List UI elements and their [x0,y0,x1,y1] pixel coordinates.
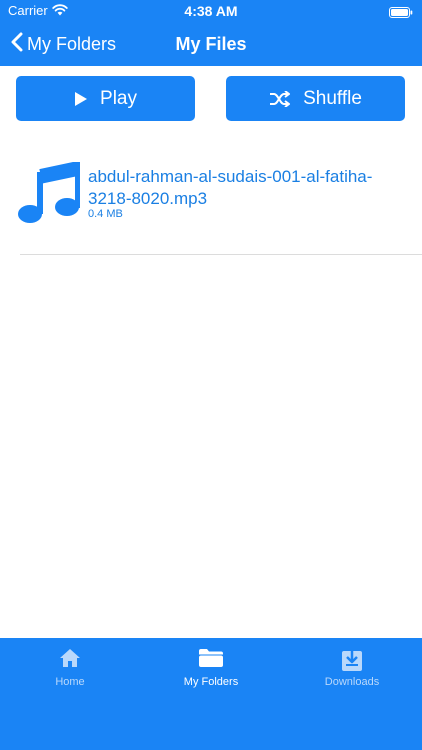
tab-my-folders-label: My Folders [183,676,239,688]
tab-home-label: Home [55,676,85,688]
navigation-bar: My Folders My Files [0,24,422,64]
status-time: 4:38 AM [184,3,238,19]
list-divider [20,254,422,255]
tab-my-folders[interactable]: My Folders [141,638,281,698]
back-button[interactable]: My Folders [11,32,116,57]
file-list-item[interactable]: abdul-rahman-al-sudais-001-al-fatiha-321… [0,160,422,230]
shuffle-button[interactable]: Shuffle [226,76,405,121]
folder-icon [141,648,281,668]
tab-bar: Home My Folders Downloads [0,638,422,750]
file-size: 0.4 MB [88,208,123,220]
shuffle-icon [269,90,291,107]
tab-downloads[interactable]: Downloads [282,638,422,698]
download-icon [282,648,422,672]
play-icon [74,91,88,107]
file-name: abdul-rahman-al-sudais-001-al-fatiha-321… [88,167,373,208]
play-button[interactable]: Play [16,76,195,121]
chevron-left-icon [11,32,23,57]
tab-downloads-label: Downloads [324,676,380,688]
music-note-icon [16,161,81,231]
house-icon [0,648,140,668]
play-button-label: Play [100,87,137,109]
status-bar: Carrier 4:38 AM [0,0,422,22]
battery-icon [389,5,413,23]
back-button-label: My Folders [27,34,117,54]
top-bar: Carrier 4:38 AM My Folders My Files [0,0,422,66]
shuffle-button-label: Shuffle [303,87,362,109]
tab-home[interactable]: Home [0,638,140,698]
